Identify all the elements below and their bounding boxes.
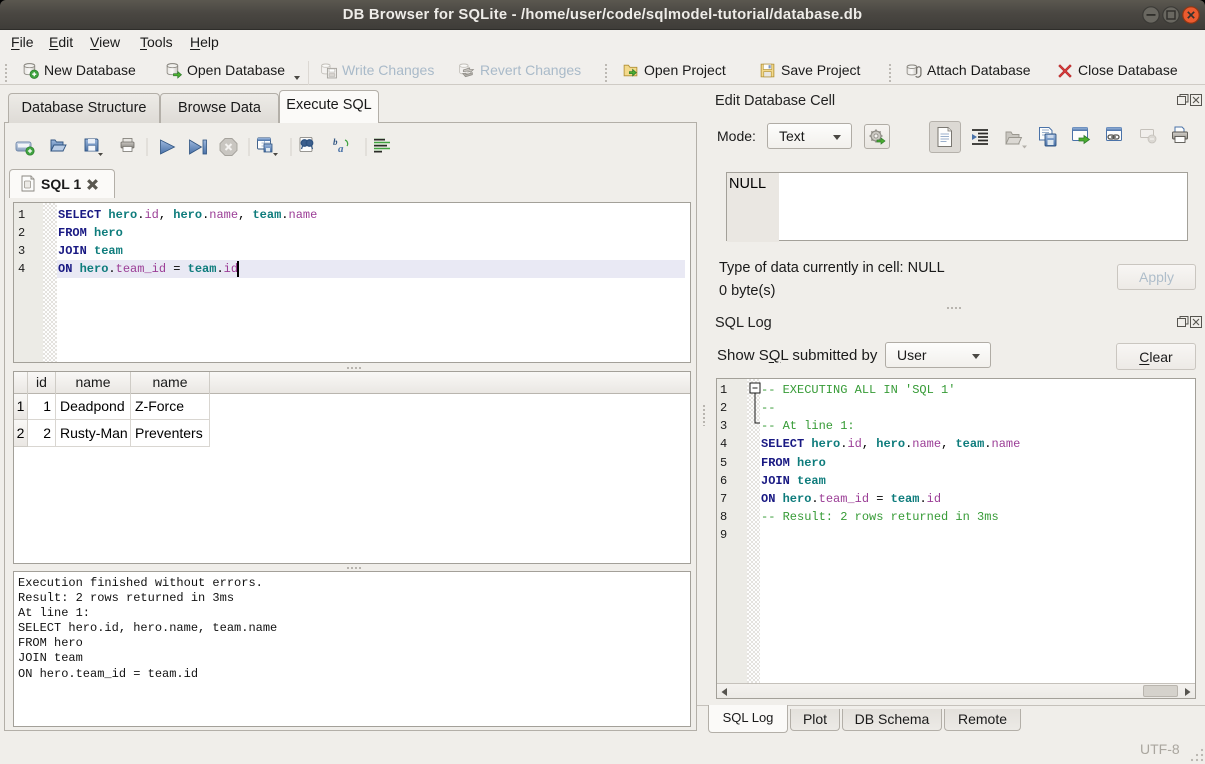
svg-text:a: a xyxy=(338,143,344,155)
